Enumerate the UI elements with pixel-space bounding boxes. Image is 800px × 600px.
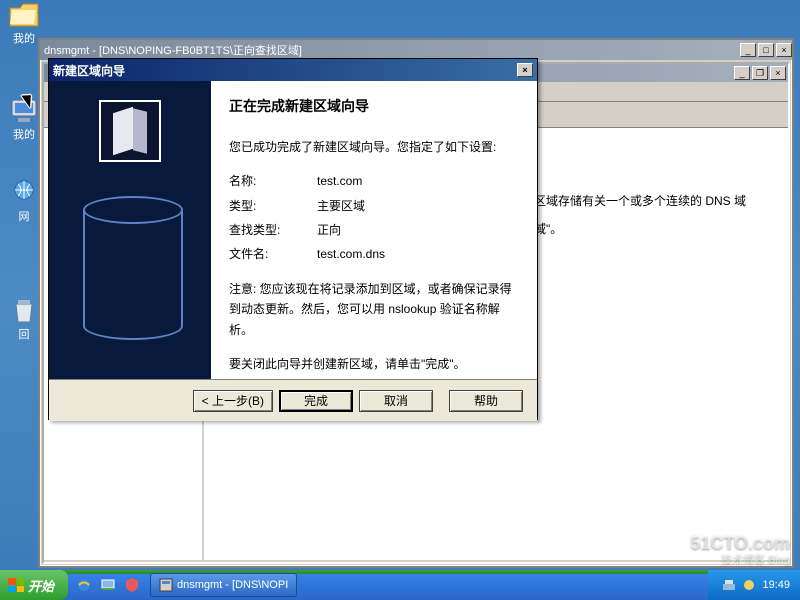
minimize-button[interactable]: _ — [740, 43, 756, 57]
desktop-icon-label: 我的 — [13, 129, 35, 141]
cylinder-icon — [83, 196, 183, 356]
wizard-main: 正在完成新建区域向导 您已成功完成了新建区域向导。您指定了如下设置: 名称:te… — [211, 81, 537, 379]
kv-lookup-label: 查找类型: — [229, 220, 317, 240]
start-button[interactable]: 开始 — [0, 570, 68, 600]
taskbar: 开始 dnsmgmt - [DNS\NOPI 19:49 — [0, 570, 800, 600]
cancel-button[interactable]: 取消 — [359, 390, 433, 412]
kv-filename-label: 文件名: — [229, 244, 317, 264]
mmc-icon — [159, 578, 173, 592]
wizard-titlebar[interactable]: 新建区域向导 × — [49, 59, 537, 81]
kv-name-label: 名称: — [229, 171, 317, 191]
tray-icon-1[interactable] — [722, 578, 736, 592]
app-titlebar[interactable]: dnsmgmt - [DNS\NOPING-FB0BT1TS\正向查找区域] _… — [40, 40, 792, 60]
wizard-close-button[interactable]: × — [517, 63, 533, 77]
wizard-heading: 正在完成新建区域向导 — [229, 95, 519, 119]
desktop-icon-label: 回 — [19, 329, 30, 341]
mdi-restore-button[interactable]: ❐ — [752, 66, 768, 80]
clock[interactable]: 19:49 — [762, 579, 790, 591]
wizard-title-text: 新建区域向导 — [53, 62, 125, 79]
desktop-icon-label: 我的 — [13, 33, 35, 45]
wizard-close-hint: 要关闭此向导并创建新区域，请单击"完成"。 — [229, 354, 519, 374]
wizard-intro: 您已成功完成了新建区域向导。您指定了如下设置: — [229, 137, 519, 157]
watermark: 51CTO.com 技术博客 Blog — [690, 534, 790, 566]
wizard-sidebar — [49, 81, 211, 379]
wizard-note: 注意: 您应该现在将记录添加到区域，或者确保记录得到动态更新。然后，您可以用 n… — [229, 279, 519, 340]
kv-name-value: test.com — [317, 171, 362, 191]
tray-icon-2[interactable] — [742, 578, 756, 592]
detail-text-2: 域"。 — [534, 220, 778, 239]
server-icon — [99, 100, 161, 162]
kv-type-value: 主要区域 — [317, 196, 365, 216]
ql-ie-icon[interactable] — [74, 575, 94, 595]
taskbar-item-dnsmgmt[interactable]: dnsmgmt - [DNS\NOPI — [150, 573, 297, 597]
close-button[interactable]: × — [776, 43, 792, 57]
maximize-button[interactable]: □ — [758, 43, 774, 57]
quick-launch — [74, 575, 142, 595]
desktop-icon-label: 网 — [19, 211, 30, 223]
taskbar-item-label: dnsmgmt - [DNS\NOPI — [177, 579, 288, 591]
app-title-text: dnsmgmt - [DNS\NOPING-FB0BT1TS\正向查找区域] — [44, 42, 302, 58]
new-zone-wizard-dialog: 新建区域向导 × 正在完成新建区域向导 您已成功完成了新建区域向导。您指定了如下… — [48, 58, 538, 420]
back-button[interactable]: < 上一步(B) — [193, 390, 273, 412]
help-button[interactable]: 帮助 — [449, 390, 523, 412]
mdi-minimize-button[interactable]: _ — [734, 66, 750, 80]
kv-type-label: 类型: — [229, 196, 317, 216]
ql-security-icon[interactable] — [122, 575, 142, 595]
windows-flag-icon — [8, 578, 24, 592]
system-tray[interactable]: 19:49 — [708, 570, 800, 600]
mdi-close-button[interactable]: × — [770, 66, 786, 80]
watermark-sub: 技术博客 Blog — [690, 554, 790, 566]
ql-desktop-icon[interactable] — [98, 575, 118, 595]
kv-lookup-value: 正向 — [317, 220, 341, 240]
detail-text-1: 区域存储有关一个或多个连续的 DNS 域 — [534, 192, 778, 211]
watermark-main: 51CTO.com — [690, 534, 790, 554]
kv-filename-value: test.com.dns — [317, 244, 385, 264]
wizard-footer: < 上一步(B) 完成 取消 帮助 — [49, 379, 537, 421]
start-label: 开始 — [28, 576, 54, 595]
finish-button[interactable]: 完成 — [279, 390, 353, 412]
